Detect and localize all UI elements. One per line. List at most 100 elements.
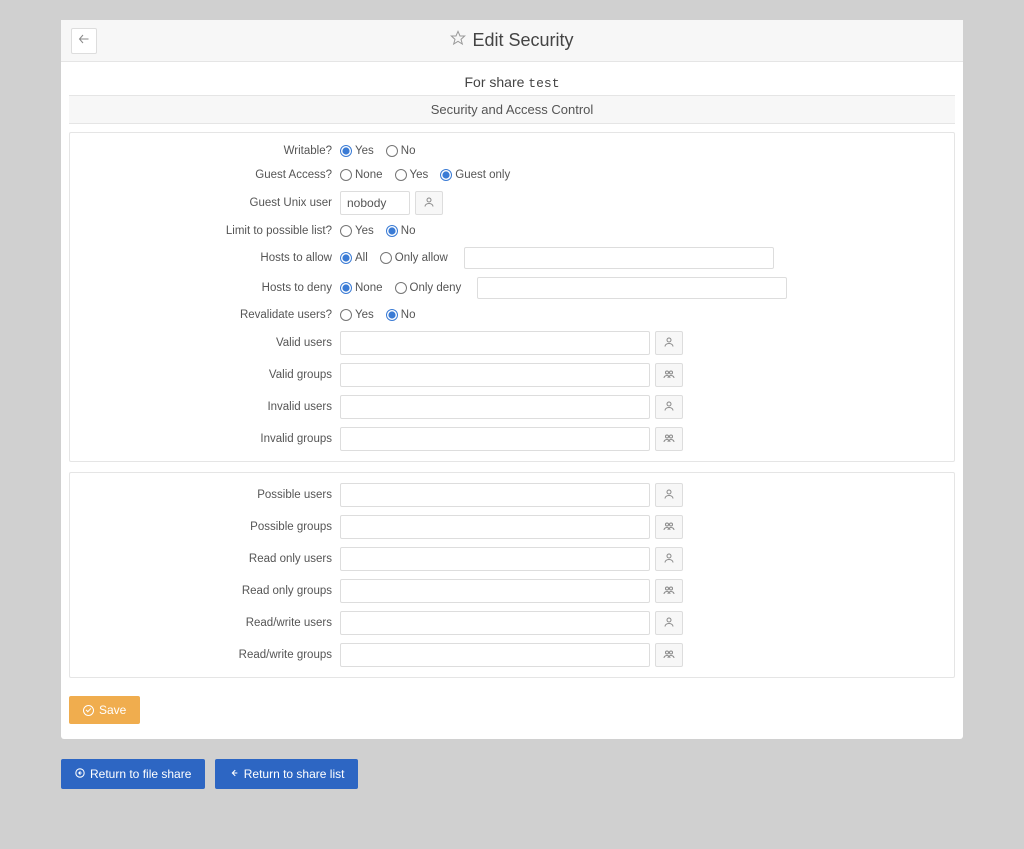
user-icon: [663, 616, 675, 631]
page-title-text: Edit Security: [472, 30, 573, 51]
possible-users-picker[interactable]: [655, 483, 683, 507]
content-area: For share test Security and Access Contr…: [61, 62, 963, 739]
valid-users-input[interactable]: [340, 331, 650, 355]
return-share-list-label: Return to share list: [244, 767, 345, 781]
guest-access-guestonly[interactable]: Guest only: [440, 169, 510, 181]
invalid-users-picker[interactable]: [655, 395, 683, 419]
readonly-groups-picker[interactable]: [655, 579, 683, 603]
guest-unix-user-input[interactable]: [340, 191, 410, 215]
readwrite-users-input[interactable]: [340, 611, 650, 635]
writable-yes[interactable]: Yes: [340, 145, 374, 157]
label-possible-groups: Possible groups: [80, 521, 340, 533]
label-valid-groups: Valid groups: [80, 369, 340, 381]
limit-possible-yes[interactable]: Yes: [340, 225, 374, 237]
return-file-share-label: Return to file share: [90, 767, 191, 781]
row-possible-users: Possible users: [80, 479, 944, 511]
guest-unix-user-picker[interactable]: [415, 191, 443, 215]
readonly-users-picker[interactable]: [655, 547, 683, 571]
label-limit-possible: Limit to possible list?: [80, 225, 340, 237]
label-guest-unix-user: Guest Unix user: [80, 197, 340, 209]
hosts-deny-none[interactable]: None: [340, 282, 383, 294]
revalidate-yes[interactable]: Yes: [340, 309, 374, 321]
check-circle-icon: [83, 705, 94, 716]
hosts-deny-only[interactable]: Only deny: [395, 282, 462, 294]
writable-no[interactable]: No: [386, 145, 416, 157]
arrow-left-icon: [229, 767, 239, 781]
hosts-allow-only[interactable]: Only allow: [380, 252, 448, 264]
label-guest-access: Guest Access?: [80, 169, 340, 181]
subtitle-prefix: For share: [464, 74, 524, 90]
panel-secondary: Possible users Possible groups Read only…: [69, 472, 955, 678]
user-icon: [663, 400, 675, 415]
valid-groups-picker[interactable]: [655, 363, 683, 387]
group-icon: [663, 520, 675, 535]
readwrite-users-picker[interactable]: [655, 611, 683, 635]
invalid-groups-picker[interactable]: [655, 427, 683, 451]
valid-groups-input[interactable]: [340, 363, 650, 387]
readwrite-groups-input[interactable]: [340, 643, 650, 667]
return-share-list-button[interactable]: Return to share list: [215, 759, 359, 789]
hosts-allow-all[interactable]: All: [340, 252, 368, 264]
label-writable: Writable?: [80, 145, 340, 157]
page-title: Edit Security: [450, 30, 573, 51]
valid-users-picker[interactable]: [655, 331, 683, 355]
label-possible-users: Possible users: [80, 489, 340, 501]
save-button-label: Save: [99, 703, 126, 717]
header-bar: Edit Security: [61, 20, 963, 62]
user-icon: [663, 552, 675, 567]
label-readwrite-groups: Read/write groups: [80, 649, 340, 661]
user-icon: [663, 488, 675, 503]
section-title: Security and Access Control: [69, 95, 955, 124]
group-icon: [663, 432, 675, 447]
row-limit-possible: Limit to possible list? Yes No: [80, 219, 944, 243]
possible-groups-input[interactable]: [340, 515, 650, 539]
arrow-left-circle-icon: [75, 767, 85, 781]
footer-buttons: Return to file share Return to share lis…: [61, 759, 963, 789]
revalidate-no[interactable]: No: [386, 309, 416, 321]
back-button[interactable]: [71, 28, 97, 54]
label-revalidate: Revalidate users?: [80, 309, 340, 321]
readonly-groups-input[interactable]: [340, 579, 650, 603]
row-invalid-groups: Invalid groups: [80, 423, 944, 455]
row-writable: Writable? Yes No: [80, 139, 944, 163]
save-button[interactable]: Save: [69, 696, 140, 724]
hosts-allow-input[interactable]: [464, 247, 774, 269]
readwrite-groups-picker[interactable]: [655, 643, 683, 667]
label-invalid-groups: Invalid groups: [80, 433, 340, 445]
guest-access-yes[interactable]: Yes: [395, 169, 429, 181]
row-guest-access: Guest Access? None Yes Guest only: [80, 163, 944, 187]
subtitle-share-name: test: [528, 76, 559, 91]
star-icon: [450, 30, 466, 51]
back-arrow-icon: [78, 33, 90, 48]
row-readwrite-users: Read/write users: [80, 607, 944, 639]
label-invalid-users: Invalid users: [80, 401, 340, 413]
row-valid-groups: Valid groups: [80, 359, 944, 391]
possible-users-input[interactable]: [340, 483, 650, 507]
row-valid-users: Valid users: [80, 327, 944, 359]
return-file-share-button[interactable]: Return to file share: [61, 759, 205, 789]
row-readwrite-groups: Read/write groups: [80, 639, 944, 671]
group-icon: [663, 584, 675, 599]
subtitle: For share test: [61, 62, 963, 95]
possible-groups-picker[interactable]: [655, 515, 683, 539]
limit-possible-no[interactable]: No: [386, 225, 416, 237]
main-panel: Edit Security For share test Security an…: [61, 20, 963, 739]
guest-access-none[interactable]: None: [340, 169, 383, 181]
label-hosts-deny: Hosts to deny: [80, 282, 340, 294]
user-icon: [423, 196, 435, 211]
hosts-deny-input[interactable]: [477, 277, 787, 299]
label-readwrite-users: Read/write users: [80, 617, 340, 629]
label-readonly-users: Read only users: [80, 553, 340, 565]
invalid-users-input[interactable]: [340, 395, 650, 419]
label-readonly-groups: Read only groups: [80, 585, 340, 597]
readonly-users-input[interactable]: [340, 547, 650, 571]
invalid-groups-input[interactable]: [340, 427, 650, 451]
row-guest-unix-user: Guest Unix user: [80, 187, 944, 219]
row-hosts-deny: Hosts to deny None Only deny: [80, 273, 944, 303]
label-valid-users: Valid users: [80, 337, 340, 349]
group-icon: [663, 368, 675, 383]
row-readonly-groups: Read only groups: [80, 575, 944, 607]
row-hosts-allow: Hosts to allow All Only allow: [80, 243, 944, 273]
row-invalid-users: Invalid users: [80, 391, 944, 423]
user-icon: [663, 336, 675, 351]
